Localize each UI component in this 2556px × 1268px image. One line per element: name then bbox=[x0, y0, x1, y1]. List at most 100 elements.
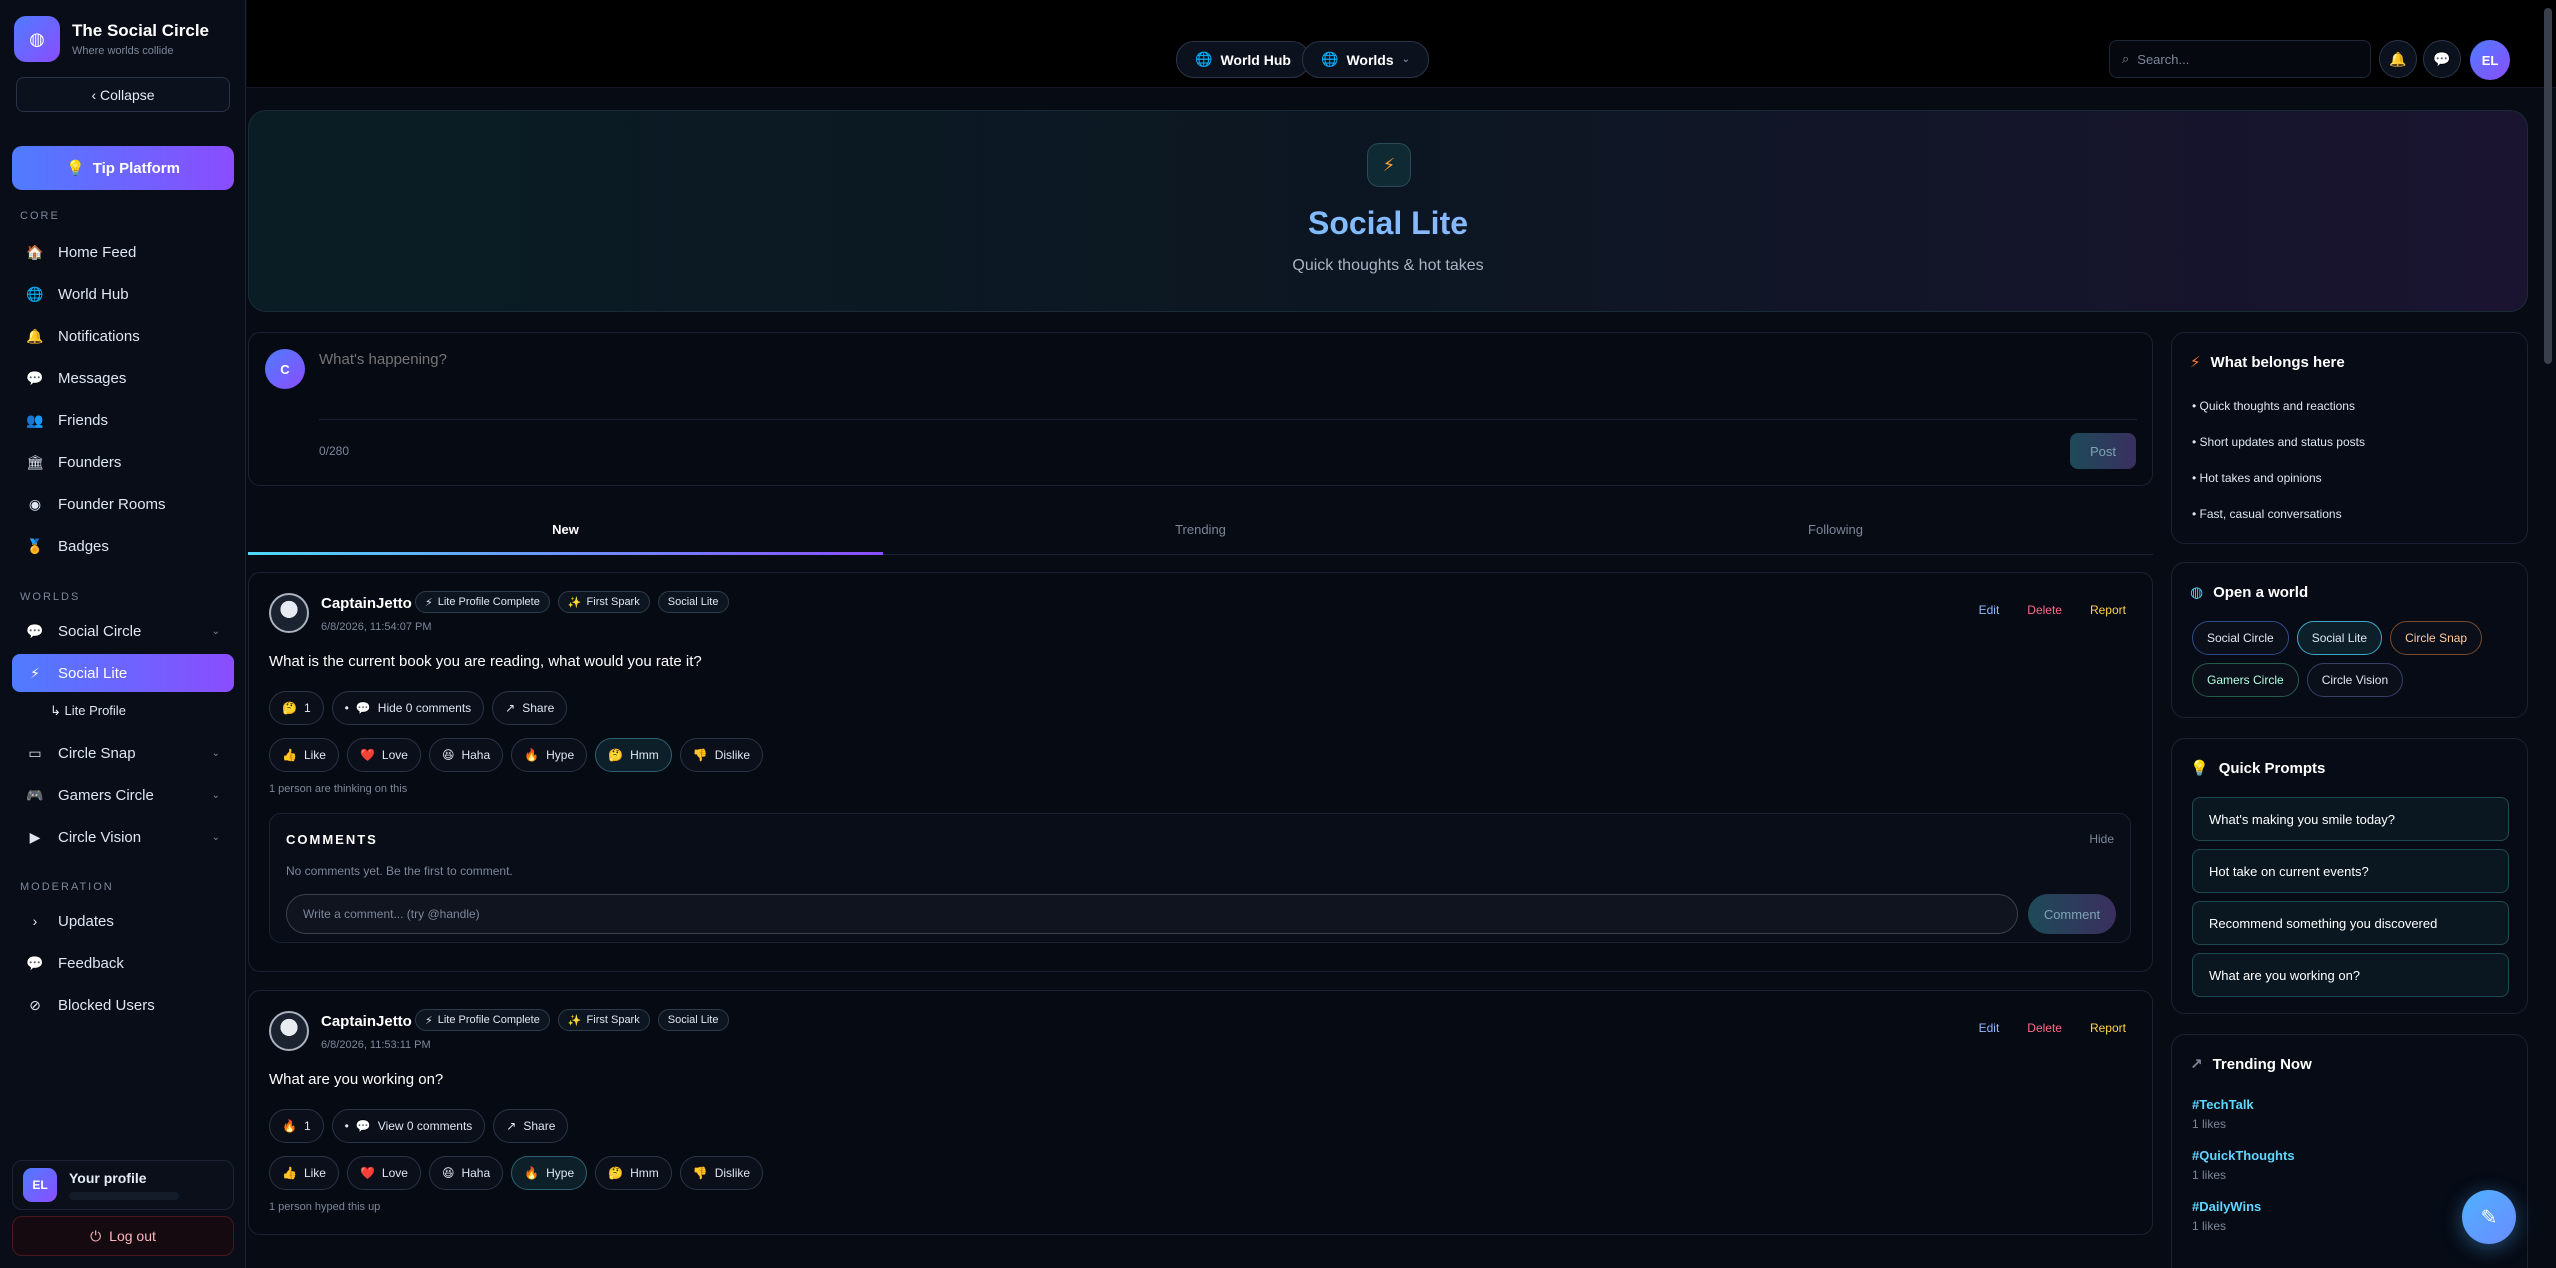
avatar[interactable] bbox=[269, 593, 309, 633]
reaction-dislike-button[interactable]: 👎 Dislike bbox=[679, 1156, 764, 1190]
trending-tag[interactable]: #QuickThoughts bbox=[2192, 1148, 2295, 1163]
reaction-label: Hype bbox=[546, 748, 575, 762]
sidebar-subitem-lite-profile[interactable]: ↳ Lite Profile bbox=[50, 703, 126, 719]
sidebar-item-home-feed[interactable]: 🏠 Home Feed bbox=[12, 233, 234, 271]
quick-prompts-panel: 💡 Quick Prompts What's making you smile t… bbox=[2171, 738, 2528, 1014]
sidebar-item-circle-vision[interactable]: ▶ Circle Vision ⌄ bbox=[12, 818, 234, 856]
comment-input[interactable]: Write a comment... (try @handle) bbox=[286, 894, 2018, 934]
prompt-button[interactable]: Hot take on current events? bbox=[2192, 849, 2509, 893]
reaction-dislike-button[interactable]: 👎 Dislike bbox=[679, 738, 764, 772]
comments-toggle-button[interactable]: • 💬 View 0 comments bbox=[331, 1109, 486, 1143]
world-chip-gamers-circle[interactable]: Gamers Circle bbox=[2192, 663, 2299, 697]
profile-card[interactable]: EL Your profile bbox=[12, 1160, 234, 1210]
post-actions: Edit Delete Report bbox=[1979, 1021, 2126, 1035]
world-chip-social-circle[interactable]: Social Circle bbox=[2192, 621, 2289, 655]
comments-toggle-button[interactable]: • 💬 Hide 0 comments bbox=[331, 691, 485, 725]
notifications-button[interactable]: 🔔 bbox=[2379, 40, 2417, 78]
delete-button[interactable]: Delete bbox=[2027, 603, 2062, 617]
worlds-dropdown[interactable]: 🌐 Worlds ⌄ bbox=[1302, 41, 1430, 78]
list-item: • Short updates and status posts bbox=[2192, 435, 2365, 449]
block-icon: ⊘ bbox=[29, 996, 41, 1013]
sidebar-item-notifications[interactable]: 🔔 Notifications bbox=[12, 317, 234, 355]
chevron-down-icon[interactable]: ⌄ bbox=[212, 790, 220, 801]
prompt-button[interactable]: What's making you smile today? bbox=[2192, 797, 2509, 841]
globe-icon: 🌐 bbox=[1321, 51, 1339, 67]
reaction-count-chip[interactable]: 🤔 1 bbox=[269, 691, 324, 725]
sidebar-item-badges[interactable]: 🏅 Badges bbox=[12, 527, 234, 565]
chevron-down-icon[interactable]: ⌄ bbox=[212, 748, 220, 759]
brand-subtitle: Where worlds collide bbox=[72, 45, 174, 57]
report-button[interactable]: Report bbox=[2090, 603, 2126, 617]
tab-following[interactable]: Following bbox=[1518, 505, 2153, 554]
report-button[interactable]: Report bbox=[2090, 1021, 2126, 1035]
sidebar-item-world-hub[interactable]: 🌐 World Hub bbox=[12, 275, 234, 313]
sidebar-item-founder-rooms[interactable]: ◉ Founder Rooms bbox=[12, 485, 234, 523]
thinking-icon: 🤔 bbox=[608, 1166, 624, 1180]
delete-button[interactable]: Delete bbox=[2027, 1021, 2062, 1035]
sidebar-item-feedback[interactable]: 💬 Feedback bbox=[12, 944, 234, 982]
list-item: • Fast, casual conversations bbox=[2192, 507, 2342, 521]
reaction-like-button[interactable]: 👍 Like bbox=[269, 1156, 339, 1190]
sidebar-item-label: Badges bbox=[58, 537, 109, 555]
comment-button[interactable]: Comment bbox=[2028, 894, 2116, 934]
chat-bubble-icon: 💬 bbox=[355, 1119, 371, 1133]
badge: Social Lite bbox=[657, 591, 729, 613]
sidebar-item-circle-snap[interactable]: ▭ Circle Snap ⌄ bbox=[12, 734, 234, 772]
compose-fab[interactable]: ✎ bbox=[2462, 1190, 2516, 1244]
scrollbar[interactable] bbox=[2544, 8, 2552, 364]
comments-toggle-label: Hide 0 comments bbox=[377, 701, 472, 715]
reaction-haha-button[interactable]: 😆 Haha bbox=[428, 1156, 504, 1190]
lightbulb-icon: 💡 bbox=[2190, 760, 2209, 777]
composer-input[interactable] bbox=[319, 351, 2119, 368]
reaction-hmm-button[interactable]: 🤔 Hmm bbox=[595, 738, 672, 772]
sidebar-item-friends[interactable]: 👥 Friends bbox=[12, 401, 234, 439]
sidebar-item-social-circle[interactable]: 💬 Social Circle ⌄ bbox=[12, 612, 234, 650]
reaction-hmm-button[interactable]: 🤔 Hmm bbox=[595, 1156, 672, 1190]
chevron-down-icon[interactable]: ⌄ bbox=[212, 626, 220, 637]
sidebar-item-updates[interactable]: › Updates bbox=[12, 902, 234, 940]
sidebar-item-social-lite[interactable]: ⚡ Social Lite bbox=[12, 654, 234, 692]
messages-button[interactable]: 💬 bbox=[2423, 40, 2461, 78]
tab-new[interactable]: New bbox=[248, 505, 883, 555]
prompt-button[interactable]: What are you working on? bbox=[2192, 953, 2509, 997]
reaction-like-button[interactable]: 👍 Like bbox=[269, 738, 339, 772]
hide-comments-button[interactable]: Hide bbox=[2089, 832, 2114, 846]
edit-button[interactable]: Edit bbox=[1979, 1021, 2000, 1035]
chevron-down-icon[interactable]: ⌄ bbox=[212, 832, 220, 843]
edit-button[interactable]: Edit bbox=[1979, 603, 2000, 617]
share-button[interactable]: ↗ Share bbox=[493, 1109, 569, 1143]
world-chip-circle-snap[interactable]: Circle Snap bbox=[2390, 621, 2483, 655]
user-avatar[interactable]: EL bbox=[2470, 40, 2510, 80]
post-author[interactable]: CaptainJetto bbox=[321, 1013, 412, 1030]
sidebar-item-blocked-users[interactable]: ⊘ Blocked Users bbox=[12, 986, 234, 1024]
logout-button[interactable]: ⏻ Log out bbox=[12, 1216, 234, 1256]
reaction-hype-button[interactable]: 🔥 Hype bbox=[511, 1156, 588, 1190]
search-input[interactable]: ⌕ Search... bbox=[2109, 40, 2371, 78]
tip-platform-button[interactable]: 💡 Tip Platform bbox=[12, 146, 234, 190]
reaction-label: Love bbox=[381, 1166, 408, 1180]
world-hub-button[interactable]: 🌐 World Hub bbox=[1176, 41, 1310, 78]
globe-icon: ◍ bbox=[14, 16, 60, 62]
reaction-label: Dislike bbox=[714, 1166, 751, 1180]
avatar[interactable] bbox=[269, 1011, 309, 1051]
reaction-love-button[interactable]: ❤️ Love bbox=[346, 1156, 421, 1190]
post-author[interactable]: CaptainJetto bbox=[321, 595, 412, 612]
reaction-count-chip[interactable]: 🔥 1 bbox=[269, 1109, 324, 1143]
reaction-love-button[interactable]: ❤️ Love bbox=[346, 738, 421, 772]
prompt-button[interactable]: Recommend something you discovered bbox=[2192, 901, 2509, 945]
building-icon: 🏛 bbox=[26, 453, 44, 470]
sidebar-item-founders[interactable]: 🏛 Founders bbox=[12, 443, 234, 481]
reaction-haha-button[interactable]: 😆 Haha bbox=[428, 738, 504, 772]
trending-tag[interactable]: #DailyWins bbox=[2192, 1199, 2261, 1214]
reaction-hype-button[interactable]: 🔥 Hype bbox=[511, 738, 588, 772]
tab-trending[interactable]: Trending bbox=[883, 505, 1518, 554]
share-button[interactable]: ↗ Share bbox=[492, 691, 568, 725]
post-button[interactable]: Post bbox=[2070, 433, 2136, 469]
brand[interactable]: ◍ The Social Circle Where worlds collide bbox=[14, 16, 209, 62]
world-chip-circle-vision[interactable]: Circle Vision bbox=[2306, 663, 2404, 697]
collapse-button[interactable]: ‹ Collapse bbox=[16, 77, 230, 112]
sidebar-item-messages[interactable]: 💬 Messages bbox=[12, 359, 234, 397]
trending-tag[interactable]: #TechTalk bbox=[2192, 1097, 2254, 1112]
world-chip-social-lite[interactable]: Social Lite bbox=[2296, 621, 2383, 655]
sidebar-item-gamers-circle[interactable]: 🎮 Gamers Circle ⌄ bbox=[12, 776, 234, 814]
